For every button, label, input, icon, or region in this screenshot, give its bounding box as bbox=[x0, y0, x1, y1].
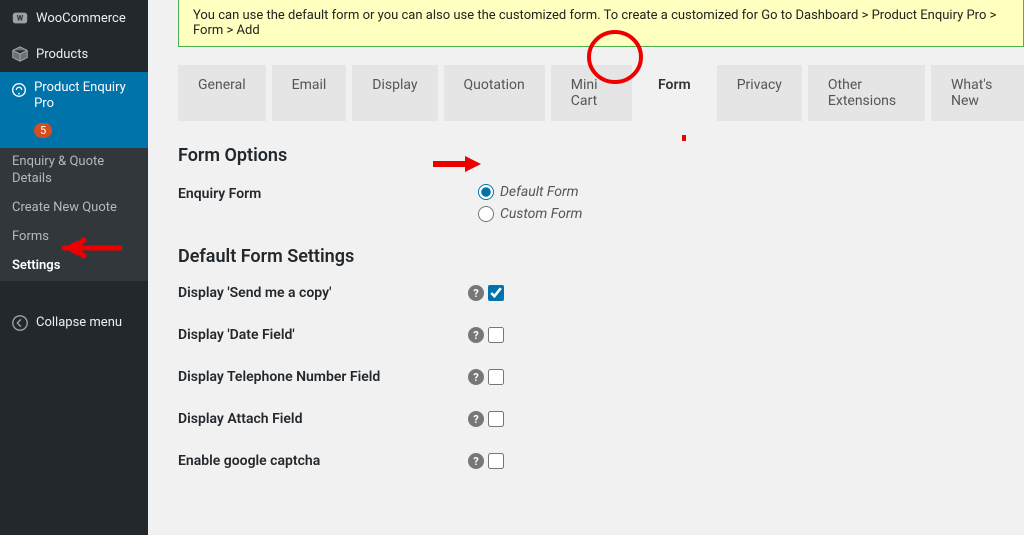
help-icon[interactable]: ? bbox=[468, 327, 484, 343]
enquiry-form-row: Enquiry Form Default Form Custom Form bbox=[178, 184, 1024, 222]
row-date-field: Display 'Date Field' ? bbox=[178, 327, 1024, 343]
collapse-label: Collapse menu bbox=[36, 315, 122, 330]
notice-text: You can use the default form or you can … bbox=[193, 8, 996, 38]
tab-quotation[interactable]: Quotation bbox=[444, 65, 545, 121]
radio-custom-form[interactable] bbox=[478, 206, 494, 222]
help-icon[interactable]: ? bbox=[468, 369, 484, 385]
sidebar-label: Product Enquiry Pro bbox=[34, 80, 138, 111]
notification-badge: 5 bbox=[34, 123, 52, 138]
label-date-field: Display 'Date Field' bbox=[178, 327, 468, 343]
main-content: You can use the default form or you can … bbox=[148, 0, 1024, 535]
sub-item-forms[interactable]: Forms bbox=[0, 223, 148, 252]
sidebar-badge-row: 5 bbox=[0, 115, 148, 148]
help-icon[interactable]: ? bbox=[468, 411, 484, 427]
default-settings-heading: Default Form Settings bbox=[178, 246, 1024, 267]
enquiry-form-label: Enquiry Form bbox=[178, 184, 478, 202]
admin-sidebar: W WooCommerce Products Product Enquiry P… bbox=[0, 0, 148, 535]
annotation-tick bbox=[682, 135, 686, 141]
label-telephone: Display Telephone Number Field bbox=[178, 369, 468, 385]
sub-item-create-quote[interactable]: Create New Quote bbox=[0, 194, 148, 223]
help-icon[interactable]: ? bbox=[468, 285, 484, 301]
checkbox-attach[interactable] bbox=[488, 411, 504, 427]
radio-default-label[interactable]: Default Form bbox=[500, 184, 579, 200]
sub-item-settings[interactable]: Settings bbox=[0, 252, 148, 281]
checkbox-send-copy[interactable] bbox=[488, 285, 504, 301]
enquiry-icon bbox=[10, 80, 28, 100]
row-captcha: Enable google captcha ? bbox=[178, 453, 1024, 469]
checkbox-captcha[interactable] bbox=[488, 453, 504, 469]
tab-other-extensions[interactable]: Other Extensions bbox=[808, 65, 925, 121]
radio-default-form[interactable] bbox=[478, 184, 494, 200]
tab-general[interactable]: General bbox=[178, 65, 266, 121]
tab-form[interactable]: Form bbox=[638, 65, 711, 121]
row-attach: Display Attach Field ? bbox=[178, 411, 1024, 427]
box-icon bbox=[10, 44, 30, 64]
checkbox-telephone[interactable] bbox=[488, 369, 504, 385]
settings-tabs: General Email Display Quotation Mini Car… bbox=[148, 59, 1024, 121]
woo-icon: W bbox=[10, 8, 30, 28]
collapse-icon bbox=[10, 313, 30, 333]
form-options-heading: Form Options bbox=[178, 145, 1024, 166]
tab-display[interactable]: Display bbox=[352, 65, 437, 121]
label-captcha: Enable google captcha bbox=[178, 453, 468, 469]
sidebar-item-products[interactable]: Products bbox=[0, 36, 148, 72]
sidebar-label: Products bbox=[36, 47, 88, 62]
radio-custom-label[interactable]: Custom Form bbox=[500, 206, 582, 222]
tab-mini-cart[interactable]: Mini Cart bbox=[551, 65, 632, 121]
row-send-copy: Display 'Send me a copy' ? bbox=[178, 285, 1024, 301]
sidebar-item-woocommerce[interactable]: W WooCommerce bbox=[0, 0, 148, 36]
label-send-copy: Display 'Send me a copy' bbox=[178, 285, 468, 301]
collapse-menu[interactable]: Collapse menu bbox=[0, 305, 148, 341]
sidebar-label: WooCommerce bbox=[36, 11, 126, 26]
tab-email[interactable]: Email bbox=[272, 65, 347, 121]
sidebar-item-product-enquiry-pro[interactable]: Product Enquiry Pro bbox=[0, 72, 148, 115]
checkbox-date-field[interactable] bbox=[488, 327, 504, 343]
label-attach: Display Attach Field bbox=[178, 411, 468, 427]
row-telephone: Display Telephone Number Field ? bbox=[178, 369, 1024, 385]
tab-whats-new[interactable]: What's New bbox=[931, 65, 1024, 121]
svg-text:W: W bbox=[17, 14, 24, 23]
sub-item-enquiry-details[interactable]: Enquiry & Quote Details bbox=[0, 148, 148, 194]
tab-privacy[interactable]: Privacy bbox=[717, 65, 802, 121]
sidebar-submenu: Enquiry & Quote Details Create New Quote… bbox=[0, 148, 148, 280]
help-icon[interactable]: ? bbox=[468, 453, 484, 469]
notice-banner: You can use the default form or you can … bbox=[178, 0, 1024, 47]
